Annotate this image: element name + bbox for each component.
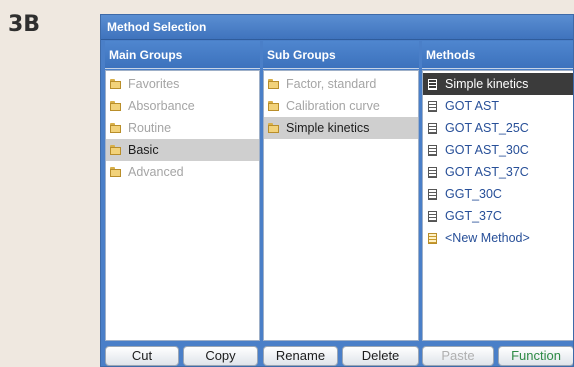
method-label: Simple kinetics — [445, 77, 529, 91]
folder-icon — [110, 122, 122, 134]
sub-groups-list[interactable]: Factor, standard Calibration curve Simpl… — [263, 70, 419, 341]
document-icon — [428, 166, 437, 178]
main-groups-header: Main Groups — [105, 41, 260, 69]
method-item-ggt-30c[interactable]: GGT_30C — [423, 183, 573, 205]
method-selection-window: Method Selection Main Groups Favorites A… — [100, 14, 574, 367]
document-icon — [428, 122, 437, 134]
main-group-item-advanced[interactable]: Advanced — [106, 161, 259, 183]
sub-groups-header: Sub Groups — [263, 41, 419, 69]
sub-group-item-calibration-curve[interactable]: Calibration curve — [264, 95, 418, 117]
method-label: GOT AST — [445, 99, 499, 113]
columns-area: Main Groups Favorites Absorbance Routine… — [101, 41, 573, 341]
method-label: GOT AST_25C — [445, 121, 529, 135]
copy-button[interactable]: Copy — [183, 346, 258, 366]
method-item-got-ast-25c[interactable]: GOT AST_25C — [423, 117, 573, 139]
methods-column: Methods Simple kinetics GOT AST GOT AST_… — [422, 41, 573, 341]
main-group-item-favorites[interactable]: Favorites — [106, 73, 259, 95]
sub-group-label: Simple kinetics — [286, 121, 370, 135]
sub-group-label: Calibration curve — [286, 99, 380, 113]
main-group-label: Basic — [128, 143, 159, 157]
method-item-got-ast-30c[interactable]: GOT AST_30C — [423, 139, 573, 161]
folder-icon — [110, 166, 122, 178]
cut-button[interactable]: Cut — [105, 346, 179, 366]
main-group-item-routine[interactable]: Routine — [106, 117, 259, 139]
document-icon — [428, 100, 437, 112]
rename-button[interactable]: Rename — [263, 346, 338, 366]
open-folder-icon — [110, 144, 122, 156]
delete-button[interactable]: Delete — [342, 346, 419, 366]
method-item-new-method[interactable]: <New Method> — [423, 227, 573, 249]
methods-list[interactable]: Simple kinetics GOT AST GOT AST_25C GOT … — [422, 70, 573, 341]
main-group-label: Absorbance — [128, 99, 195, 113]
paste-button[interactable]: Paste — [422, 346, 494, 366]
folder-icon — [268, 78, 280, 90]
method-label: GGT_37C — [445, 209, 502, 223]
new-document-icon — [428, 232, 437, 244]
document-icon — [428, 210, 437, 222]
method-item-got-ast[interactable]: GOT AST — [423, 95, 573, 117]
open-folder-icon — [268, 122, 280, 134]
main-group-label: Advanced — [128, 165, 184, 179]
document-icon — [428, 78, 437, 90]
sub-group-item-simple-kinetics[interactable]: Simple kinetics — [264, 117, 418, 139]
document-icon — [428, 188, 437, 200]
figure-label: 3B — [8, 12, 41, 37]
main-group-label: Routine — [128, 121, 172, 135]
folder-icon — [110, 100, 122, 112]
method-label: GOT AST_30C — [445, 143, 529, 157]
method-item-ggt-37c[interactable]: GGT_37C — [423, 205, 573, 227]
sub-group-label: Factor, standard — [286, 77, 377, 91]
method-label: GOT AST_37C — [445, 165, 529, 179]
methods-header: Methods — [422, 41, 573, 69]
button-bar: Cut Copy Rename Delete Paste Function — [101, 345, 573, 366]
function-button[interactable]: Function — [498, 346, 573, 366]
main-groups-column: Main Groups Favorites Absorbance Routine… — [105, 41, 260, 341]
window-title: Method Selection — [101, 15, 573, 40]
sub-groups-column: Sub Groups Factor, standard Calibration … — [263, 41, 419, 341]
document-icon — [428, 144, 437, 156]
main-groups-list[interactable]: Favorites Absorbance Routine Basic Advan… — [105, 70, 260, 341]
main-group-item-basic[interactable]: Basic — [106, 139, 259, 161]
method-label: <New Method> — [445, 231, 530, 245]
sub-group-item-factor-standard[interactable]: Factor, standard — [264, 73, 418, 95]
folder-icon — [268, 100, 280, 112]
folder-icon — [110, 78, 122, 90]
main-group-item-absorbance[interactable]: Absorbance — [106, 95, 259, 117]
main-group-label: Favorites — [128, 77, 180, 91]
method-label: GGT_30C — [445, 187, 502, 201]
method-item-simple-kinetics[interactable]: Simple kinetics — [423, 73, 573, 95]
method-item-got-ast-37c[interactable]: GOT AST_37C — [423, 161, 573, 183]
